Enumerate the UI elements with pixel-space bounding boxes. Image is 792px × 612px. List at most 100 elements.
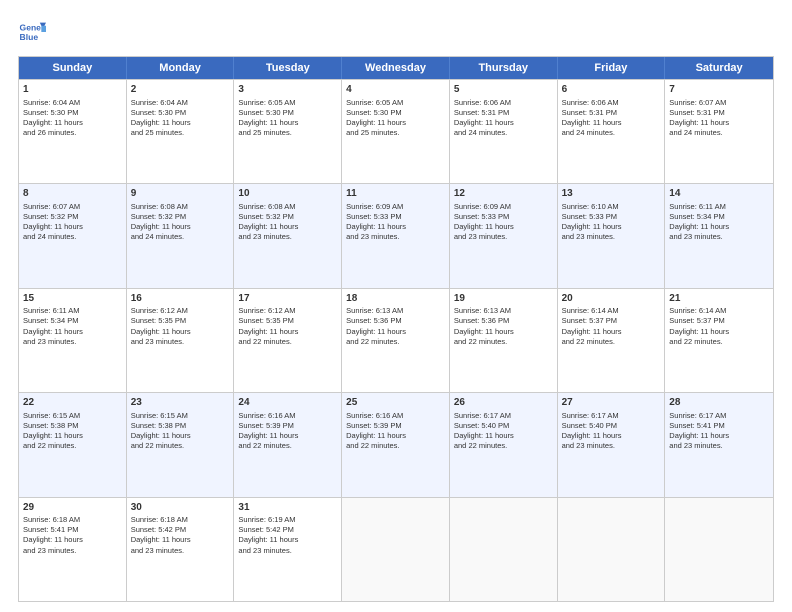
day-info-line: Daylight: 11 hours [23,118,122,128]
day-info-line: and 24 minutes. [562,128,661,138]
day-info-line: and 22 minutes. [238,441,337,451]
day-cell-17: 17Sunrise: 6:12 AMSunset: 5:35 PMDayligh… [234,289,342,392]
day-info-line: Sunrise: 6:11 AM [23,306,122,316]
empty-cell [342,498,450,601]
day-info-line: Sunset: 5:30 PM [131,108,230,118]
day-info-line: Sunrise: 6:10 AM [562,202,661,212]
day-cell-11: 11Sunrise: 6:09 AMSunset: 5:33 PMDayligh… [342,184,450,287]
day-number: 28 [669,396,769,410]
day-number: 25 [346,396,445,410]
day-info-line: and 23 minutes. [562,441,661,451]
day-info-line: Sunset: 5:31 PM [562,108,661,118]
day-info-line: Sunrise: 6:04 AM [131,98,230,108]
day-info-line: Sunrise: 6:17 AM [454,411,553,421]
day-info-line: Sunrise: 6:12 AM [131,306,230,316]
day-info-line: Daylight: 11 hours [238,535,337,545]
day-info-line: Sunrise: 6:13 AM [346,306,445,316]
day-number: 23 [131,396,230,410]
day-info-line: Sunset: 5:35 PM [238,316,337,326]
day-info-line: and 24 minutes. [454,128,553,138]
day-info-line: Daylight: 11 hours [562,431,661,441]
day-info-line: Daylight: 11 hours [23,535,122,545]
day-info-line: Daylight: 11 hours [238,222,337,232]
header-day-monday: Monday [127,57,235,79]
day-info-line: Sunrise: 6:08 AM [238,202,337,212]
day-info-line: Sunrise: 6:05 AM [238,98,337,108]
day-info-line: Sunrise: 6:12 AM [238,306,337,316]
day-cell-31: 31Sunrise: 6:19 AMSunset: 5:42 PMDayligh… [234,498,342,601]
day-number: 19 [454,292,553,306]
day-cell-13: 13Sunrise: 6:10 AMSunset: 5:33 PMDayligh… [558,184,666,287]
day-info-line: Daylight: 11 hours [131,535,230,545]
day-cell-4: 4Sunrise: 6:05 AMSunset: 5:30 PMDaylight… [342,80,450,183]
day-info-line: Sunrise: 6:14 AM [562,306,661,316]
day-number: 30 [131,501,230,515]
logo: General Blue [18,18,46,46]
day-info-line: Daylight: 11 hours [23,431,122,441]
day-info-line: Sunrise: 6:17 AM [562,411,661,421]
calendar-header: SundayMondayTuesdayWednesdayThursdayFrid… [19,57,773,79]
day-info-line: Sunset: 5:30 PM [346,108,445,118]
day-cell-28: 28Sunrise: 6:17 AMSunset: 5:41 PMDayligh… [665,393,773,496]
day-cell-2: 2Sunrise: 6:04 AMSunset: 5:30 PMDaylight… [127,80,235,183]
day-info-line: Sunset: 5:33 PM [454,212,553,222]
day-info-line: Daylight: 11 hours [669,222,769,232]
day-info-line: Sunrise: 6:15 AM [23,411,122,421]
day-info-line: and 24 minutes. [131,232,230,242]
day-info-line: Sunset: 5:41 PM [23,525,122,535]
day-cell-29: 29Sunrise: 6:18 AMSunset: 5:41 PMDayligh… [19,498,127,601]
day-info-line: Daylight: 11 hours [346,222,445,232]
page: General Blue SundayMondayTuesdayWednesda… [0,0,792,612]
day-info-line: Sunset: 5:38 PM [23,421,122,431]
day-info-line: Sunset: 5:37 PM [562,316,661,326]
day-info-line: Daylight: 11 hours [669,118,769,128]
day-number: 1 [23,83,122,97]
day-number: 20 [562,292,661,306]
day-info-line: Sunset: 5:39 PM [346,421,445,431]
day-cell-7: 7Sunrise: 6:07 AMSunset: 5:31 PMDaylight… [665,80,773,183]
day-info-line: and 22 minutes. [562,337,661,347]
day-info-line: Sunrise: 6:17 AM [669,411,769,421]
day-number: 18 [346,292,445,306]
day-info-line: Sunrise: 6:16 AM [346,411,445,421]
day-info-line: Sunset: 5:31 PM [669,108,769,118]
day-number: 7 [669,83,769,97]
day-info-line: Sunset: 5:33 PM [562,212,661,222]
day-info-line: Sunset: 5:39 PM [238,421,337,431]
day-info-line: Sunset: 5:42 PM [131,525,230,535]
day-info-line: Daylight: 11 hours [454,431,553,441]
day-cell-3: 3Sunrise: 6:05 AMSunset: 5:30 PMDaylight… [234,80,342,183]
calendar-row-3: 15Sunrise: 6:11 AMSunset: 5:34 PMDayligh… [19,288,773,392]
day-info-line: Daylight: 11 hours [131,118,230,128]
day-info-line: and 23 minutes. [669,441,769,451]
day-cell-21: 21Sunrise: 6:14 AMSunset: 5:37 PMDayligh… [665,289,773,392]
day-number: 26 [454,396,553,410]
day-info-line: Sunset: 5:38 PM [131,421,230,431]
day-number: 11 [346,187,445,201]
day-info-line: and 23 minutes. [131,546,230,556]
day-info-line: and 23 minutes. [562,232,661,242]
day-number: 22 [23,396,122,410]
day-number: 16 [131,292,230,306]
day-info-line: Sunrise: 6:08 AM [131,202,230,212]
day-info-line: and 23 minutes. [669,232,769,242]
day-info-line: and 23 minutes. [454,232,553,242]
day-cell-1: 1Sunrise: 6:04 AMSunset: 5:30 PMDaylight… [19,80,127,183]
day-info-line: and 23 minutes. [346,232,445,242]
day-cell-14: 14Sunrise: 6:11 AMSunset: 5:34 PMDayligh… [665,184,773,287]
day-info-line: and 25 minutes. [346,128,445,138]
day-info-line: Daylight: 11 hours [238,118,337,128]
calendar-row-1: 1Sunrise: 6:04 AMSunset: 5:30 PMDaylight… [19,79,773,183]
day-info-line: Sunset: 5:30 PM [238,108,337,118]
day-info-line: Sunrise: 6:05 AM [346,98,445,108]
day-cell-24: 24Sunrise: 6:16 AMSunset: 5:39 PMDayligh… [234,393,342,496]
calendar: SundayMondayTuesdayWednesdayThursdayFrid… [18,56,774,602]
day-info-line: Daylight: 11 hours [346,431,445,441]
calendar-row-2: 8Sunrise: 6:07 AMSunset: 5:32 PMDaylight… [19,183,773,287]
day-info-line: Sunset: 5:33 PM [346,212,445,222]
day-number: 17 [238,292,337,306]
header-day-thursday: Thursday [450,57,558,79]
day-info-line: Daylight: 11 hours [23,222,122,232]
day-number: 14 [669,187,769,201]
calendar-body: 1Sunrise: 6:04 AMSunset: 5:30 PMDaylight… [19,79,773,601]
